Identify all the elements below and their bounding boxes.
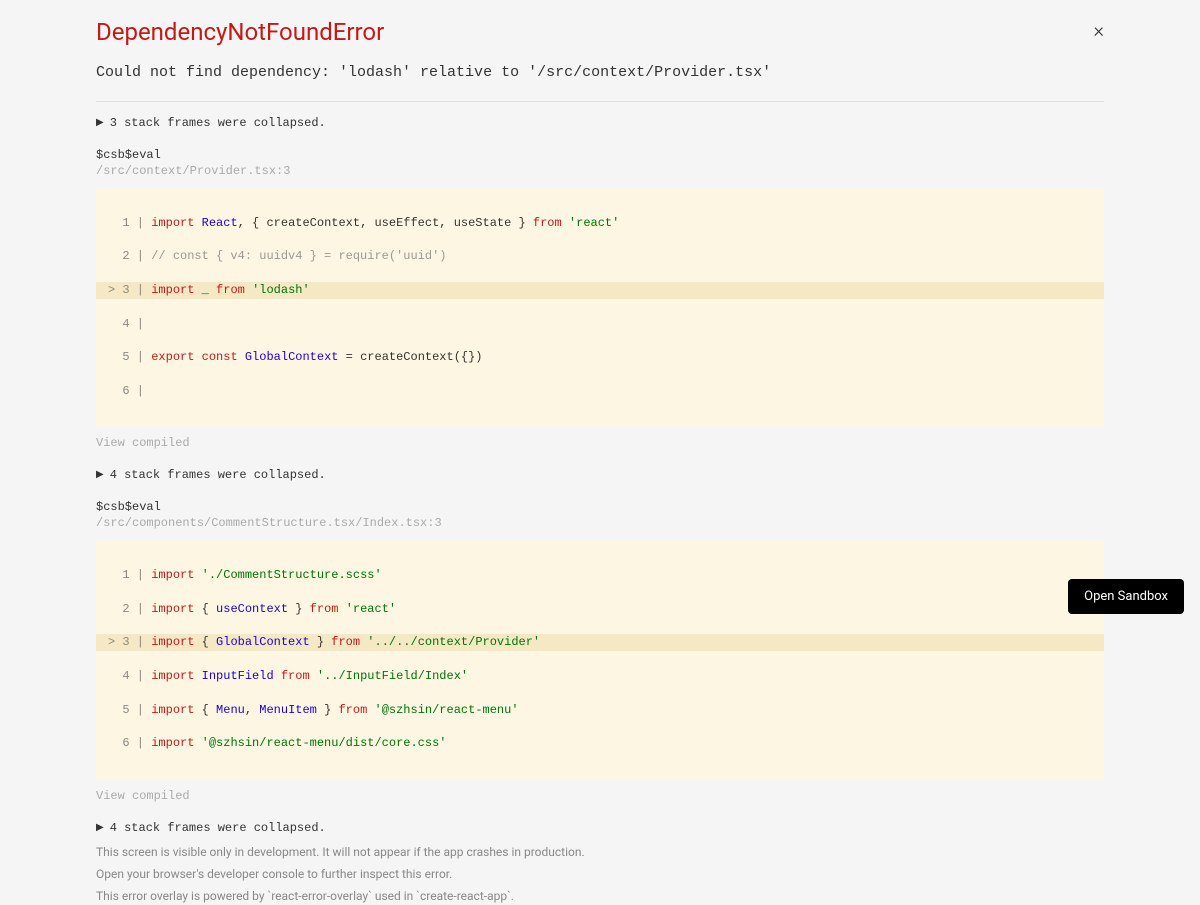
collapse-label: 4 stack frames were collapsed. xyxy=(110,821,326,835)
stack-frame-path: /src/context/Provider.tsx:3 xyxy=(96,164,1104,178)
error-message: Could not find dependency: 'lodash' rela… xyxy=(96,64,1104,81)
close-icon[interactable]: × xyxy=(1094,20,1104,40)
collapse-toggle-1[interactable]: ▶ 3 stack frames were collapsed. xyxy=(96,116,1104,130)
collapse-toggle-2[interactable]: ▶ 4 stack frames were collapsed. xyxy=(96,468,1104,482)
code-snippet-2: 1 | import './CommentStructure.scss' 2 |… xyxy=(96,540,1104,778)
triangle-right-icon: ▶ xyxy=(96,469,104,481)
footer-note-3: This error overlay is powered by `react-… xyxy=(96,887,1104,905)
triangle-right-icon: ▶ xyxy=(96,822,104,834)
stack-frame-label: $csb$eval xyxy=(96,148,1104,162)
error-overlay: DependencyNotFoundError × Could not find… xyxy=(0,0,1200,905)
triangle-right-icon: ▶ xyxy=(96,117,104,129)
open-sandbox-button[interactable]: Open Sandbox xyxy=(1068,579,1184,614)
view-compiled-link[interactable]: View compiled xyxy=(96,436,1104,450)
code-snippet-1: 1 | import React, { createContext, useEf… xyxy=(96,188,1104,426)
collapse-toggle-3[interactable]: ▶ 4 stack frames were collapsed. xyxy=(96,821,1104,835)
footer-note-2: Open your browser's developer console to… xyxy=(96,865,1104,883)
collapse-label: 3 stack frames were collapsed. xyxy=(110,116,326,130)
view-compiled-link[interactable]: View compiled xyxy=(96,789,1104,803)
stack-frame-label: $csb$eval xyxy=(96,500,1104,514)
error-title: DependencyNotFoundError xyxy=(96,18,1104,46)
divider xyxy=(96,101,1104,102)
stack-frame-path: /src/components/CommentStructure.tsx/Ind… xyxy=(96,516,1104,530)
collapse-label: 4 stack frames were collapsed. xyxy=(110,468,326,482)
footer-note-1: This screen is visible only in developme… xyxy=(96,843,1104,861)
